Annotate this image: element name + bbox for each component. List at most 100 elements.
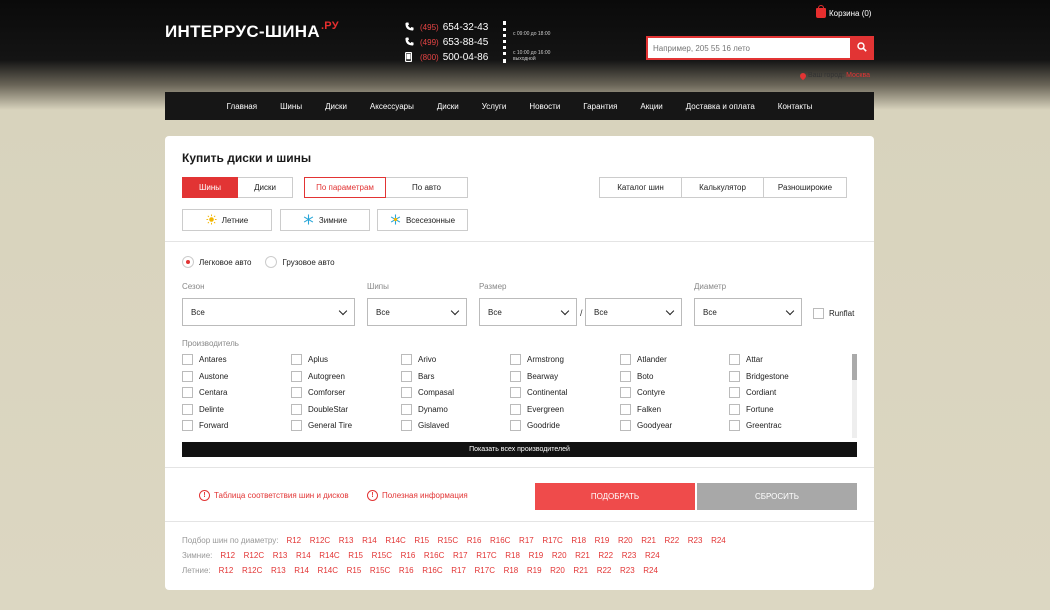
brand-checkbox[interactable]: Dynamo (401, 404, 448, 415)
size-link[interactable]: R12C (244, 551, 264, 560)
size-link[interactable]: R15C (370, 566, 390, 575)
brand-checkbox[interactable]: DoubleStar (291, 404, 348, 415)
brand-checkbox[interactable]: Boto (620, 371, 653, 382)
size-link[interactable]: R24 (711, 536, 726, 545)
size-link[interactable]: R18 (504, 566, 519, 575)
phone-row[interactable]: (499) 653-88-45 (405, 35, 488, 50)
size-link[interactable]: R23 (622, 551, 637, 560)
size-link[interactable]: R22 (665, 536, 680, 545)
nav-item-wheels[interactable]: Диски (314, 102, 359, 111)
nav-item-wheels-2[interactable]: Диски (425, 102, 470, 111)
size-link[interactable]: R17C (475, 566, 495, 575)
nav-item-delivery[interactable]: Доставка и оплата (674, 102, 766, 111)
size-link[interactable]: R17 (519, 536, 534, 545)
size-link[interactable]: R17 (451, 566, 466, 575)
brand-checkbox[interactable]: General Tire (291, 420, 352, 431)
size-link[interactable]: R22 (598, 551, 613, 560)
season-summer-button[interactable]: Летние (182, 209, 272, 231)
brand-checkbox[interactable]: Autogreen (291, 371, 345, 382)
tab-tires[interactable]: Шины (182, 177, 238, 198)
brand-checkbox[interactable]: Goodride (510, 420, 560, 431)
useful-info-link[interactable]: ! Полезная информация (367, 490, 468, 501)
size-link[interactable]: R12 (219, 566, 234, 575)
size-link[interactable]: R16 (467, 536, 482, 545)
size-link[interactable]: R16 (401, 551, 416, 560)
size-link[interactable]: R16 (399, 566, 414, 575)
search-input[interactable] (646, 36, 850, 60)
city-selector[interactable]: Ваш город: Москва (798, 71, 870, 80)
radio-truck[interactable]: Грузовое авто (265, 256, 335, 268)
scrollbar-thumb[interactable] (852, 354, 857, 380)
brand-checkbox[interactable]: Bearway (510, 371, 558, 382)
size-link[interactable]: R14C (385, 536, 405, 545)
tab-calculator[interactable]: Калькулятор (682, 177, 764, 198)
season-winter-button[interactable]: Зимние (280, 209, 370, 231)
size-link[interactable]: R21 (573, 566, 588, 575)
brand-checkbox[interactable]: Arivo (401, 354, 436, 365)
brand-checkbox[interactable]: Compasal (401, 387, 454, 398)
brand-checkbox[interactable]: Austone (182, 371, 228, 382)
show-all-manufacturers-button[interactable]: Показать всех производителей (182, 442, 857, 457)
size-link[interactable]: R13 (271, 566, 286, 575)
search-button[interactable] (850, 36, 874, 60)
brand-checkbox[interactable]: Falken (620, 404, 661, 415)
compatibility-table-link[interactable]: ! Таблица соответствия шин и дисков (199, 490, 349, 501)
reset-button[interactable]: СБРОСИТЬ (697, 483, 857, 510)
diameter-select[interactable]: Все (694, 298, 802, 326)
size-link[interactable]: R19 (529, 551, 544, 560)
size-link[interactable]: R20 (618, 536, 633, 545)
size-link[interactable]: R23 (688, 536, 703, 545)
season-allseason-button[interactable]: Всесезонные (377, 209, 468, 231)
brand-checkbox[interactable]: Comforser (291, 387, 345, 398)
phone-row[interactable]: (495) 654-32-43 (405, 20, 488, 35)
size-link[interactable]: R23 (620, 566, 635, 575)
size-link[interactable]: R14 (296, 551, 311, 560)
size-link[interactable]: R12 (286, 536, 301, 545)
season-select[interactable]: Все (182, 298, 355, 326)
size-link[interactable]: R16C (490, 536, 510, 545)
brand-checkbox[interactable]: Greentrac (729, 420, 782, 431)
size-link[interactable]: R21 (641, 536, 656, 545)
nav-item-news[interactable]: Новости (518, 102, 572, 111)
manufacturer-scrollbar[interactable] (852, 354, 857, 438)
size-link[interactable]: R17C (476, 551, 496, 560)
cart-link[interactable]: Корзина (0) (816, 5, 871, 18)
size-link[interactable]: R20 (552, 551, 567, 560)
size-link[interactable]: R22 (597, 566, 612, 575)
nav-item-tires[interactable]: Шины (269, 102, 314, 111)
size-link[interactable]: R12C (242, 566, 262, 575)
size-link[interactable]: R14C (319, 551, 339, 560)
brand-checkbox[interactable]: Continental (510, 387, 567, 398)
size-link[interactable]: R19 (595, 536, 610, 545)
size-link[interactable]: R15C (372, 551, 392, 560)
spikes-select[interactable]: Все (367, 298, 467, 326)
size-link[interactable]: R16C (422, 566, 442, 575)
brand-checkbox[interactable]: Delinte (182, 404, 224, 415)
radio-passenger[interactable]: Легковое авто (182, 256, 251, 268)
brand-checkbox[interactable]: Contyre (620, 387, 665, 398)
size-link[interactable]: R17C (542, 536, 562, 545)
brand-checkbox[interactable]: Cordiant (729, 387, 776, 398)
width-select[interactable]: Все (479, 298, 577, 326)
brand-checkbox[interactable]: Gislaved (401, 420, 449, 431)
brand-checkbox[interactable]: Centara (182, 387, 227, 398)
brand-checkbox[interactable]: Goodyear (620, 420, 672, 431)
size-link[interactable]: R14 (362, 536, 377, 545)
size-link[interactable]: R15 (347, 566, 362, 575)
size-link[interactable]: R19 (527, 566, 542, 575)
tab-by-parameters[interactable]: По параметрам (304, 177, 386, 198)
size-link[interactable]: R13 (339, 536, 354, 545)
phone-row[interactable]: (800) 500-04-86 (404, 50, 488, 65)
brand-checkbox[interactable]: Antares (182, 354, 227, 365)
brand-checkbox[interactable]: Armstrong (510, 354, 564, 365)
size-link[interactable]: R14 (294, 566, 309, 575)
size-link[interactable]: R20 (550, 566, 565, 575)
brand-checkbox[interactable]: Forward (182, 420, 228, 431)
brand-checkbox[interactable]: Evergreen (510, 404, 564, 415)
size-link[interactable]: R12 (220, 551, 235, 560)
tab-staggered[interactable]: Разноширокие (764, 177, 847, 198)
tab-tire-catalog[interactable]: Каталог шин (599, 177, 682, 198)
size-link[interactable]: R16C (424, 551, 444, 560)
size-link[interactable]: R15 (414, 536, 429, 545)
submit-button[interactable]: ПОДОБРАТЬ (535, 483, 695, 510)
